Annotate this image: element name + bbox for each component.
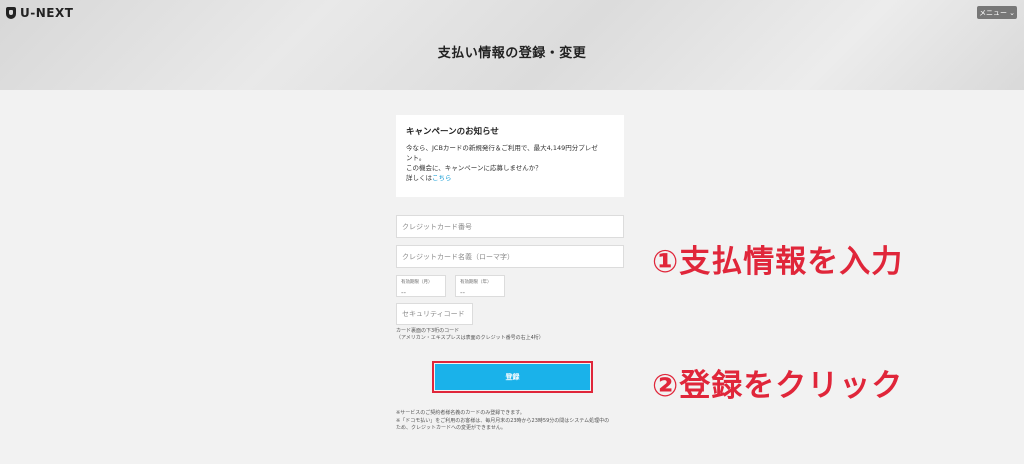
note-line3: ため、クレジットカードへの変更ができません。 bbox=[396, 425, 506, 431]
security-code-hint: カード裏面の下3桁のコード （アメリカン・エキスプレスは表面のクレジット番号の右… bbox=[396, 328, 544, 342]
exp-month-value: -- bbox=[401, 289, 407, 297]
notes: ※サービスのご契約者様名義のカードのみ登録できます。 ※「ドコモ払い」をご利用の… bbox=[396, 410, 626, 433]
exp-year-label: 有効期限（年） bbox=[460, 280, 492, 285]
card-number-field[interactable] bbox=[396, 215, 624, 238]
security-code-input[interactable] bbox=[402, 310, 472, 318]
page-header: U-NEXT メニュー ⌄ 支払い情報の登録・変更 bbox=[0, 0, 1024, 90]
annotation-step2: ②登録をクリック bbox=[652, 368, 904, 404]
exp-year-value: -- bbox=[460, 289, 466, 297]
page-title: 支払い情報の登録・変更 bbox=[437, 46, 587, 61]
campaign-details-link[interactable]: こちら bbox=[432, 174, 452, 182]
brand-logo[interactable]: U-NEXT bbox=[6, 6, 73, 20]
hint-line2: （アメリカン・エキスプレスは表面のクレジット番号の右上4桁） bbox=[396, 335, 544, 341]
card-name-input[interactable] bbox=[402, 252, 623, 261]
exp-month-label: 有効期限（月） bbox=[401, 280, 433, 285]
exp-month-select[interactable]: 有効期限（月） -- bbox=[396, 275, 446, 297]
security-code-field[interactable] bbox=[396, 303, 473, 325]
exp-year-select[interactable]: 有効期限（年） -- bbox=[455, 275, 505, 297]
campaign-line1: 今なら、JCBカードの新規発行＆ご利用で、最大4,149円分プレゼ bbox=[406, 144, 598, 152]
campaign-notice: キャンペーンのお知らせ 今なら、JCBカードの新規発行＆ご利用で、最大4,149… bbox=[396, 115, 624, 197]
card-name-field[interactable] bbox=[396, 245, 624, 268]
menu-label: メニュー bbox=[979, 8, 1008, 17]
card-number-input[interactable] bbox=[402, 222, 623, 231]
menu-button[interactable]: メニュー ⌄ bbox=[977, 6, 1017, 19]
note-line2: ※「ドコモ払い」をご利用のお客様は、毎月月末の23時から23時59分の間はシステ… bbox=[396, 417, 610, 424]
hint-line1: カード裏面の下3桁のコード bbox=[396, 328, 460, 334]
campaign-line2: ント。 bbox=[406, 154, 426, 162]
annotation-step1: ①支払情報を入力 bbox=[652, 244, 904, 280]
note-line1: ※サービスのご契約者様名義のカードのみ登録できます。 bbox=[396, 410, 525, 416]
campaign-body: 今なら、JCBカードの新規発行＆ご利用で、最大4,149円分プレゼ ント。 この… bbox=[406, 143, 614, 183]
shield-logo-icon bbox=[6, 7, 16, 19]
campaign-line3: この機会に、キャンペーンに応募しませんか？ bbox=[406, 164, 542, 172]
register-button[interactable]: 登録 bbox=[435, 364, 590, 390]
campaign-details-prefix: 詳しくは bbox=[406, 174, 432, 182]
chevron-down-icon: ⌄ bbox=[1009, 8, 1015, 17]
campaign-heading: キャンペーンのお知らせ bbox=[406, 127, 499, 137]
logo-text: U-NEXT bbox=[20, 6, 74, 20]
